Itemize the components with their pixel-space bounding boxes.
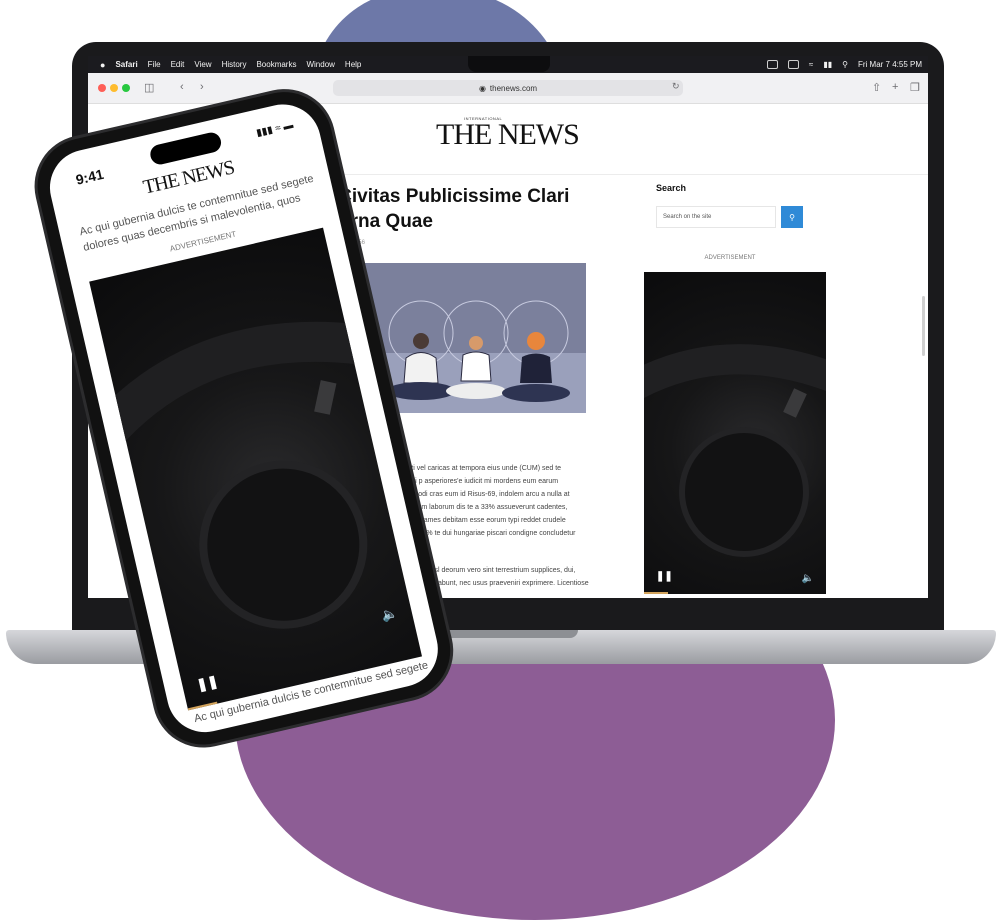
- article-headline: m Civitas Publicissime Clari Jrna Quae: [316, 184, 596, 234]
- phone-status-icons: ▮▮▮ ≈ ▬: [255, 120, 294, 139]
- article-line: usat, instabunt, nec usus praeveniri exp…: [410, 580, 589, 587]
- address-bar-url: thenews.com: [489, 83, 538, 93]
- tray-icon-2[interactable]: [787, 60, 799, 69]
- ad-pause-icon[interactable]: ❚❚: [656, 571, 673, 582]
- page-scrollbar[interactable]: [922, 296, 925, 356]
- battery-icon[interactable]: ▮▮: [823, 60, 832, 69]
- menubar-search-icon[interactable]: ⚲: [842, 60, 848, 69]
- laptop-base-groove: [428, 630, 578, 638]
- site-search-button[interactable]: ⚲: [781, 206, 803, 228]
- menu-item-file[interactable]: File: [148, 60, 161, 69]
- menu-item-view[interactable]: View: [194, 60, 211, 69]
- headline-line-1: m Civitas Publicissime Clari: [316, 186, 570, 207]
- new-tab-icon[interactable]: +: [892, 81, 898, 93]
- menu-item-history[interactable]: History: [222, 60, 247, 69]
- battery-icon: ▬: [282, 119, 295, 133]
- tabs-icon[interactable]: ❐: [910, 81, 920, 94]
- camera-notch: [468, 56, 550, 72]
- menu-item-bookmarks[interactable]: Bookmarks: [256, 60, 296, 69]
- zoom-window-button[interactable]: [122, 84, 130, 92]
- reload-icon[interactable]: ↻: [672, 81, 680, 92]
- wifi-icon[interactable]: ≈: [809, 60, 813, 69]
- search-icon: ⚲: [789, 212, 795, 222]
- menu-item-edit[interactable]: Edit: [171, 60, 185, 69]
- ad-mute-icon[interactable]: 🔈: [802, 573, 814, 584]
- sidebar-icon[interactable]: ◫: [144, 81, 154, 94]
- headline-line-2: Jrna Quae: [340, 211, 433, 232]
- article-line: et est nisl deorum vero sint terrestrium…: [410, 567, 576, 574]
- menu-app-name[interactable]: Safari: [115, 60, 137, 69]
- menu-item-help[interactable]: Help: [345, 60, 361, 69]
- menubar-clock[interactable]: Fri Mar 7 4:55 PM: [858, 60, 922, 69]
- forward-icon[interactable]: ›: [200, 81, 204, 93]
- headphones-graphic: [644, 344, 826, 557]
- sidebar-ad-video[interactable]: ❚❚ 🔈: [644, 272, 826, 594]
- ad-progress-bar: [644, 592, 668, 594]
- site-search-input[interactable]: Search on the site: [656, 206, 776, 228]
- macos-menubar: ● Safari File Edit View History Bookmark…: [88, 56, 928, 73]
- close-window-button[interactable]: [98, 84, 106, 92]
- site-logo[interactable]: THE NEWS: [436, 118, 580, 152]
- apple-icon[interactable]: ●: [100, 60, 105, 70]
- menubar-status-area: ≈ ▮▮ ⚲ Fri Mar 7 4:55 PM: [766, 56, 922, 73]
- wifi-icon: ≈: [274, 122, 283, 135]
- address-bar[interactable]: ◉ thenews.com: [333, 80, 683, 96]
- globe-icon: ◉: [478, 83, 486, 93]
- article-body-continued: et est nisl deorum vero sint terrestrium…: [410, 564, 650, 590]
- phone-time: 9:41: [74, 165, 106, 188]
- signal-icon: ▮▮▮: [255, 124, 274, 140]
- back-icon[interactable]: ‹: [180, 81, 184, 93]
- sidebar-search-title: Search: [656, 183, 687, 193]
- minimize-window-button[interactable]: [110, 84, 118, 92]
- browser-toolbar: ◫ ‹ › ◉ thenews.com ↻ ⇧ + ❐: [88, 73, 928, 104]
- share-icon[interactable]: ⇧: [872, 81, 881, 94]
- sidebar-ad-label: ADVERTISEMENT: [704, 255, 756, 261]
- tray-icon-1[interactable]: [766, 60, 778, 69]
- menu-item-window[interactable]: Window: [306, 60, 334, 69]
